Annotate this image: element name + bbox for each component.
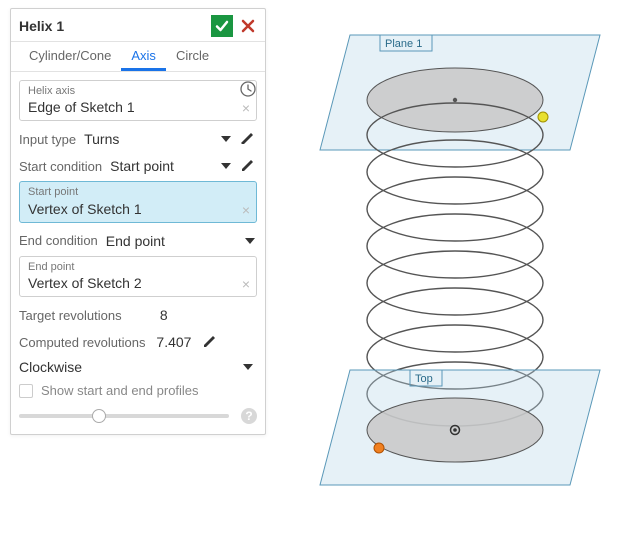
input-type-dropdown[interactable]: Turns — [76, 131, 233, 147]
panel-header: Helix 1 — [11, 9, 265, 42]
clear-start-point-button[interactable]: × — [242, 202, 250, 218]
panel-body: Helix axis Edge of Sketch 1 × Input type… — [11, 72, 265, 434]
end-condition-value: End point — [106, 233, 165, 249]
tab-circle[interactable]: Circle — [166, 42, 219, 71]
helix-axis-label: Helix axis — [28, 85, 232, 98]
helix-feature-panel: Helix 1 Cylinder/Cone Axis Circle Helix … — [10, 8, 266, 435]
start-point-label: Start point — [28, 186, 232, 199]
cancel-button[interactable] — [239, 15, 257, 37]
chevron-down-icon — [245, 238, 255, 244]
target-revolutions-label: Target revolutions — [19, 308, 122, 323]
viewport-3d[interactable]: Plane 1 Top — [280, 0, 636, 537]
input-type-row: Input type Turns — [19, 127, 257, 151]
clear-helix-axis-button[interactable]: × — [242, 100, 250, 116]
end-condition-dropdown[interactable]: End point — [98, 233, 257, 249]
computed-revolutions-row: Computed revolutions 7.407 — [19, 330, 257, 354]
show-profiles-label: Show start and end profiles — [41, 383, 199, 398]
direction-dropdown[interactable]: Clockwise — [19, 359, 257, 375]
history-icon[interactable] — [239, 80, 257, 98]
helix-preview: Plane 1 Top — [280, 0, 636, 537]
end-point-field[interactable]: End point Vertex of Sketch 2 × — [19, 256, 257, 297]
end-point-value: Vertex of Sketch 2 — [28, 274, 232, 292]
tab-bar: Cylinder/Cone Axis Circle — [11, 42, 265, 72]
check-icon — [214, 18, 230, 34]
start-vertex-marker[interactable] — [374, 443, 384, 453]
end-point-label: End point — [28, 261, 232, 274]
panel-footer: ? — [19, 408, 257, 424]
top-plane-label: Plane 1 — [385, 38, 422, 50]
start-condition-dropdown[interactable]: Start point — [102, 158, 233, 174]
slider-thumb[interactable] — [92, 409, 106, 423]
input-type-label: Input type — [19, 132, 76, 147]
clear-end-point-button[interactable]: × — [242, 276, 250, 292]
target-revolutions-row: Target revolutions 8 — [19, 303, 257, 327]
edit-icon[interactable] — [239, 157, 257, 175]
tab-axis[interactable]: Axis — [121, 42, 166, 71]
direction-value: Clockwise — [19, 359, 82, 375]
direction-row: Clockwise — [19, 357, 257, 379]
edit-icon[interactable] — [201, 333, 219, 351]
end-condition-label: End condition — [19, 233, 98, 248]
computed-revolutions-label: Computed revolutions — [19, 335, 145, 350]
helix-axis-value: Edge of Sketch 1 — [28, 98, 232, 116]
start-point-value: Vertex of Sketch 1 — [28, 200, 232, 218]
confirm-button[interactable] — [211, 15, 233, 37]
computed-revolutions-value: 7.407 — [145, 334, 195, 350]
chevron-down-icon — [221, 163, 231, 169]
start-point-field[interactable]: Start point Vertex of Sketch 1 × — [19, 181, 257, 222]
end-vertex-marker[interactable] — [538, 112, 548, 122]
start-condition-value: Start point — [110, 158, 174, 174]
show-profiles-checkbox[interactable]: Show start and end profiles — [19, 383, 257, 398]
helix-axis-field[interactable]: Helix axis Edge of Sketch 1 × — [19, 80, 257, 121]
axis-bottom-point — [453, 428, 457, 432]
bottom-plane-label: Top — [415, 373, 433, 385]
checkbox-icon — [19, 384, 33, 398]
edit-icon[interactable] — [239, 130, 257, 148]
end-condition-row: End condition End point — [19, 229, 257, 253]
start-condition-label: Start condition — [19, 159, 102, 174]
help-button[interactable]: ? — [241, 408, 257, 424]
tab-cylinder-cone[interactable]: Cylinder/Cone — [19, 42, 121, 71]
start-condition-row: Start condition Start point — [19, 154, 257, 178]
opacity-slider[interactable] — [19, 414, 229, 418]
input-type-value: Turns — [84, 131, 119, 147]
axis-top-point — [453, 98, 457, 102]
chevron-down-icon — [221, 136, 231, 142]
panel-title: Helix 1 — [19, 18, 211, 34]
target-revolutions-input[interactable]: 8 — [122, 307, 172, 323]
close-icon — [241, 19, 255, 33]
chevron-down-icon — [243, 364, 253, 370]
